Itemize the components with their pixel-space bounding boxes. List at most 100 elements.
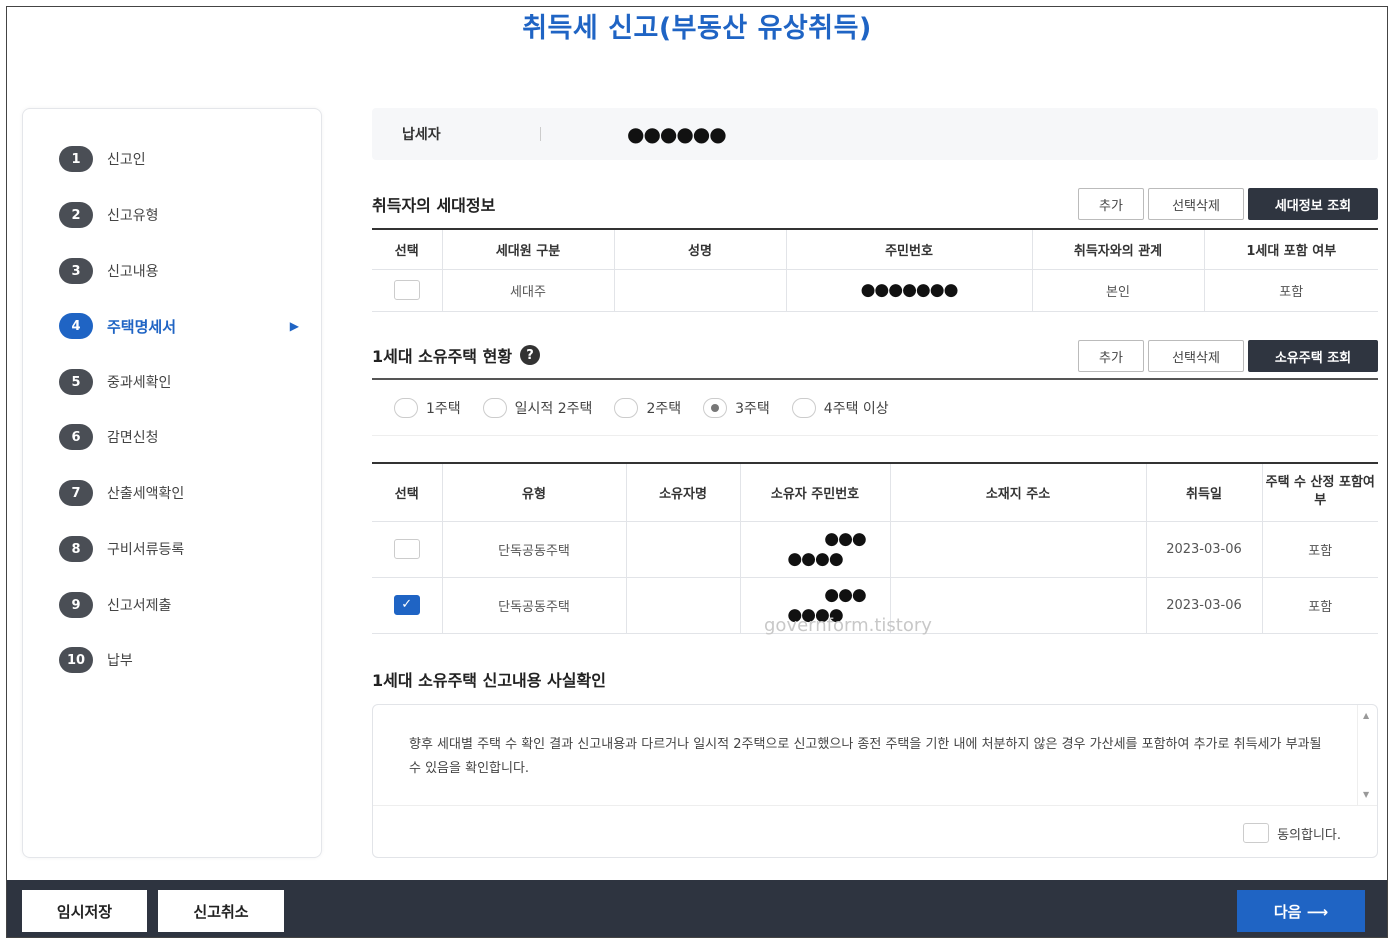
watermark: governform.tistory xyxy=(764,615,932,636)
radio-2-house[interactable]: 2주택 xyxy=(614,397,682,418)
radio-button[interactable] xyxy=(482,397,507,418)
column-header: 주택 수 산정 포함여부 xyxy=(1262,463,1378,522)
owner-id-line: ●●● xyxy=(824,585,867,605)
table-header-row: 선택 유형 소유자명 소유자 주민번호 소재지 주소 취득일 주택 수 산정 포… xyxy=(372,463,1378,522)
household-lookup-button[interactable]: 세대정보 조회 xyxy=(1248,188,1378,220)
agree-checkbox[interactable] xyxy=(1243,823,1270,843)
step-number: 1 xyxy=(59,146,93,172)
household-delete-button[interactable]: 선택삭제 xyxy=(1148,188,1244,220)
step-10[interactable]: 10 납부 xyxy=(59,646,299,674)
radio-label: 2주택 xyxy=(646,400,682,417)
next-button[interactable]: 다음 ⟶ xyxy=(1237,890,1365,932)
column-header: 소유자명 xyxy=(626,463,741,522)
house-included: 포함 xyxy=(1262,521,1378,578)
divider xyxy=(373,805,1377,806)
column-header: 유형 xyxy=(442,463,627,522)
step-4[interactable]: 4 주택명세서 ▶ xyxy=(59,312,299,340)
member-relation: 본인 xyxy=(1032,269,1205,312)
column-header: 소재지 주소 xyxy=(890,463,1147,522)
house-type: 단독공동주택 xyxy=(442,521,627,578)
house-count-radio-group: 1주택 일시적 2주택 2주택 3주택 4주택 이상 xyxy=(372,380,1378,436)
member-id-masked: ●●●●●●● xyxy=(786,269,1033,312)
member-name xyxy=(614,269,787,312)
cancel-report-button[interactable]: 신고취소 xyxy=(158,890,284,932)
household-add-button[interactable]: 추가 xyxy=(1078,188,1144,220)
taxpayer-label: 납세자 xyxy=(402,127,441,143)
step-number: 9 xyxy=(59,592,93,618)
row-checkbox[interactable] xyxy=(393,280,420,300)
temp-save-button[interactable]: 임시저장 xyxy=(22,890,147,932)
column-header: 소유자 주민번호 xyxy=(740,463,891,522)
column-header: 선택 xyxy=(372,463,443,522)
household-buttons: 추가 선택삭제 세대정보 조회 xyxy=(1078,188,1378,220)
column-header: 취득자와의 관계 xyxy=(1032,229,1205,270)
step-label: 신고인 xyxy=(107,152,146,168)
select-cell xyxy=(372,269,443,312)
radio-3-house[interactable]: 3주택 xyxy=(703,397,770,418)
step-9[interactable]: 9 신고서제출 xyxy=(59,591,299,619)
radio-button-selected[interactable] xyxy=(703,397,728,418)
step-5[interactable]: 5 중과세확인 xyxy=(59,368,299,396)
step-label: 신고내용 xyxy=(107,264,159,280)
step-1[interactable]: 1 신고인 xyxy=(59,145,299,173)
owned-delete-button[interactable]: 선택삭제 xyxy=(1148,340,1244,372)
column-header: 1세대 포함 여부 xyxy=(1204,229,1378,270)
table-header-row: 선택 세대원 구분 성명 주민번호 취득자와의 관계 1세대 포함 여부 xyxy=(372,229,1378,270)
column-header: 성명 xyxy=(614,229,787,270)
step-number: 10 xyxy=(59,647,93,673)
step-number: 7 xyxy=(59,480,93,506)
confirm-section-title: 1세대 소유주택 신고내용 사실확인 xyxy=(372,671,606,690)
step-number: 2 xyxy=(59,202,93,228)
owned-section-title: 1세대 소유주택 현황 ? xyxy=(372,343,541,367)
confirm-notice-text: 향후 세대별 주택 수 확인 결과 신고내용과 다르거나 일시적 2주택으로 신… xyxy=(409,737,1322,776)
taxpayer-info: 납세자 ●●●●●● xyxy=(372,108,1378,160)
step-6[interactable]: 6 감면신청 xyxy=(59,423,299,451)
help-icon[interactable]: ? xyxy=(520,345,541,365)
select-cell xyxy=(372,521,443,578)
divider xyxy=(540,127,541,141)
owner-name xyxy=(626,577,741,634)
taxpayer-name-masked: ●●●●●● xyxy=(627,122,727,146)
page-title: 취득세 신고(부동산 유상취득) xyxy=(522,13,872,44)
radio-4-plus-house[interactable]: 4주택 이상 xyxy=(791,397,889,418)
agree-checkbox-group[interactable]: 동의합니다. xyxy=(1243,823,1341,843)
row-checkbox[interactable] xyxy=(393,539,420,559)
owned-add-button[interactable]: 추가 xyxy=(1078,340,1144,372)
bottom-action-bar: 임시저장 신고취소 다음 ⟶ xyxy=(7,880,1387,937)
step-8[interactable]: 8 구비서류등록 xyxy=(59,535,299,563)
row-checkbox-checked[interactable]: ✓ xyxy=(393,595,420,615)
step-label: 신고유형 xyxy=(107,208,159,224)
member-type: 세대주 xyxy=(442,269,615,312)
step-2[interactable]: 2 신고유형 xyxy=(59,201,299,229)
step-7[interactable]: 7 산출세액확인 xyxy=(59,479,299,507)
owner-name xyxy=(626,521,741,578)
radio-button[interactable] xyxy=(394,397,418,418)
owned-houses-table: 선택 유형 소유자명 소유자 주민번호 소재지 주소 취득일 주택 수 산정 포… xyxy=(372,462,1378,634)
step-label: 산출세액확인 xyxy=(107,486,185,502)
select-cell: ✓ xyxy=(372,577,443,634)
radio-label: 1주택 xyxy=(426,400,461,417)
radio-button[interactable] xyxy=(791,397,816,418)
radio-label: 3주택 xyxy=(735,400,770,417)
member-included: 포함 xyxy=(1204,269,1378,312)
owner-id-line: ●●● xyxy=(824,529,867,549)
owned-buttons: 추가 선택삭제 소유주택 조회 xyxy=(1078,340,1378,372)
acquisition-date: 2023-03-06 xyxy=(1146,577,1263,634)
radio-1-house[interactable]: 1주택 xyxy=(394,397,461,418)
step-label: 구비서류등록 xyxy=(107,542,185,558)
radio-button[interactable] xyxy=(614,397,639,418)
owner-id-masked: ●●● ●●●● xyxy=(740,521,891,578)
column-header: 주민번호 xyxy=(786,229,1033,270)
radio-temporary-2-house[interactable]: 일시적 2주택 xyxy=(482,397,592,418)
notice-scrollbar[interactable]: ▲ ▼ xyxy=(1357,705,1377,805)
column-header: 선택 xyxy=(372,229,443,270)
owned-section-title-text: 1세대 소유주택 현황 xyxy=(372,347,513,366)
scroll-up-icon[interactable]: ▲ xyxy=(1363,711,1369,720)
step-label: 중과세확인 xyxy=(107,375,172,391)
table-row: 세대주 ●●●●●●● 본인 포함 xyxy=(372,269,1378,312)
step-3[interactable]: 3 신고내용 xyxy=(59,257,299,285)
scroll-down-icon[interactable]: ▼ xyxy=(1363,790,1369,799)
agree-label: 동의합니다. xyxy=(1277,827,1341,843)
current-step-arrow-icon: ▶ xyxy=(289,319,299,333)
owned-lookup-button[interactable]: 소유주택 조회 xyxy=(1248,340,1378,372)
